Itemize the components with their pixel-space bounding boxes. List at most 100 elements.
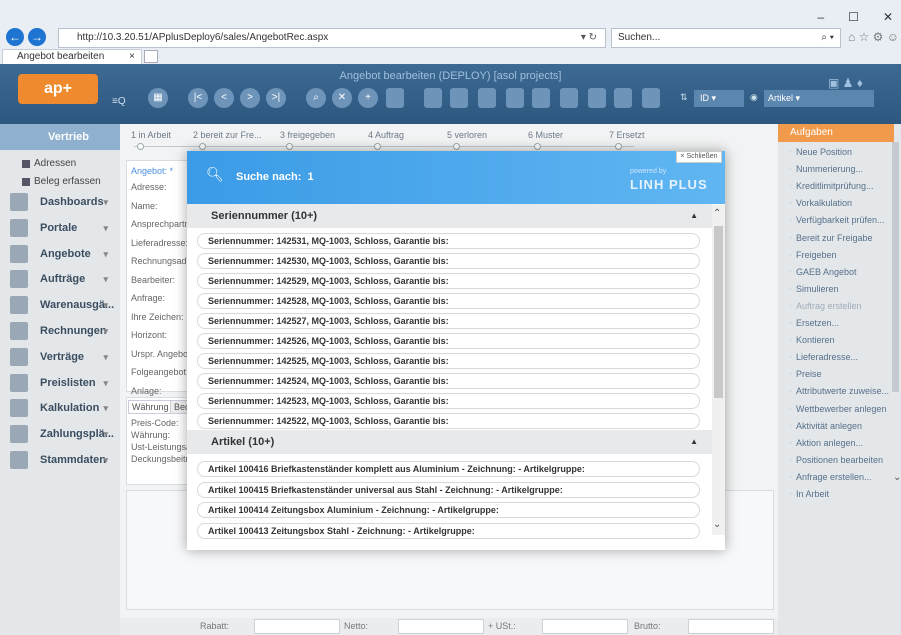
- chevron-up-icon[interactable]: ⌃: [713, 208, 721, 219]
- task-item[interactable]: GAEB Angebot: [790, 264, 890, 281]
- sidebar-sub-beleg[interactable]: Beleg erfassen: [20, 174, 120, 190]
- delete-icon[interactable]: ✕: [332, 88, 352, 108]
- result-row[interactable]: Seriennummer: 142528, MQ-1003, Schloss, …: [197, 293, 700, 309]
- status-step-label[interactable]: 2 bereit zur Fre...: [193, 130, 262, 140]
- task-item[interactable]: Nummerierung...: [790, 161, 890, 178]
- result-row[interactable]: Seriennummer: 142529, MQ-1003, Schloss, …: [197, 273, 700, 289]
- collapse-icon[interactable]: ▲: [690, 430, 698, 454]
- collapse-icon[interactable]: ▲: [690, 204, 698, 228]
- sidebar-item[interactable]: Zahlungsplä... ▾: [0, 421, 120, 447]
- link-icon[interactable]: [614, 88, 632, 108]
- task-item[interactable]: In Arbeit: [790, 486, 890, 503]
- task-item[interactable]: Positionen bearbeiten: [790, 452, 890, 469]
- sort-icon[interactable]: ⇅: [680, 92, 688, 103]
- reload-icon[interactable]: ▾ ↻: [581, 29, 597, 47]
- brutto-field[interactable]: [688, 619, 774, 634]
- sidebar-item[interactable]: Stammdaten ▾: [0, 447, 120, 473]
- status-step-label[interactable]: 1 in Arbeit: [131, 130, 171, 140]
- result-row[interactable]: Seriennummer: 142527, MQ-1003, Schloss, …: [197, 313, 700, 329]
- group-header-seriennummer[interactable]: Seriennummer (10+) ▲: [187, 204, 712, 228]
- search-icon[interactable]: ⌕ ▾: [821, 29, 834, 47]
- netto-field[interactable]: [398, 619, 484, 634]
- dialog-scroll-thumb[interactable]: [714, 226, 723, 398]
- task-item[interactable]: Aktion anlegen...: [790, 435, 890, 452]
- status-step-label[interactable]: 6 Muster: [528, 130, 563, 140]
- structure-icon[interactable]: [588, 88, 606, 108]
- sidebar-item[interactable]: Preislisten ▾: [0, 370, 120, 396]
- maximize-icon[interactable]: ☐: [848, 10, 859, 24]
- result-row[interactable]: Artikel 100414 Zeitungsbox Aluminium - Z…: [197, 502, 700, 518]
- grid-icon[interactable]: ▦: [148, 88, 168, 108]
- search-type-select[interactable]: Artikel ▾: [764, 90, 874, 107]
- sidebar-item-vertrieb[interactable]: Vertrieb: [0, 124, 120, 150]
- ust-field[interactable]: [542, 619, 628, 634]
- task-item[interactable]: Anfrage erstellen...: [790, 469, 890, 486]
- rabatt-field[interactable]: [254, 619, 340, 634]
- result-row[interactable]: Seriennummer: 142522, MQ-1003, Schloss, …: [197, 413, 700, 429]
- task-item[interactable]: Lieferadresse...: [790, 349, 890, 366]
- sidebar-item[interactable]: Portale ▾: [0, 215, 120, 241]
- sidebar-item[interactable]: Verträge ▾: [0, 344, 120, 370]
- save-icon[interactable]: [386, 88, 404, 108]
- sort-field-select[interactable]: ID ▾: [694, 90, 744, 107]
- task-item[interactable]: Kontieren: [790, 332, 890, 349]
- task-item[interactable]: Preise: [790, 366, 890, 383]
- close-window-icon[interactable]: ✕: [883, 10, 893, 24]
- tab-close-icon[interactable]: ×: [129, 50, 135, 64]
- sidebar-item[interactable]: Kalkulation ▾: [0, 395, 120, 421]
- task-item[interactable]: Aktivität anlegen: [790, 418, 890, 435]
- sidebar-item[interactable]: Aufträge ▾: [0, 266, 120, 292]
- address-bar[interactable]: http://10.3.20.51/APplusDeploy6/sales/An…: [58, 28, 606, 48]
- add-icon[interactable]: +: [358, 88, 378, 108]
- minimize-icon[interactable]: –: [817, 10, 824, 24]
- close-button[interactable]: × Schließen: [676, 151, 722, 163]
- prev-record-icon[interactable]: <: [214, 88, 234, 108]
- sidebar-item[interactable]: Rechnungen ▾: [0, 318, 120, 344]
- copy-icon[interactable]: [450, 88, 468, 108]
- new-tab-icon[interactable]: [144, 50, 158, 63]
- user-icon[interactable]: ▣ ♟ ♦: [828, 76, 863, 90]
- task-item[interactable]: Ersetzen...: [790, 315, 890, 332]
- task-scrollbar[interactable]: [892, 142, 899, 392]
- task-item[interactable]: Attributwerte zuweise...: [790, 383, 890, 400]
- sidebar-item[interactable]: Warenausgä... ▾: [0, 292, 120, 318]
- result-row[interactable]: Artikel 100415 Briefkastenständer univer…: [197, 481, 700, 498]
- status-step-label[interactable]: 3 freigegeben: [280, 130, 335, 140]
- forward-icon[interactable]: →: [28, 28, 46, 46]
- browser-tab[interactable]: Angebot bearbeiten ×: [2, 49, 142, 64]
- result-row[interactable]: Seriennummer: 142526, MQ-1003, Schloss, …: [197, 333, 700, 349]
- task-item[interactable]: Kreditlimitprüfung...: [790, 178, 890, 195]
- task-item[interactable]: Vorkalkulation: [790, 195, 890, 212]
- trash-icon[interactable]: [424, 88, 442, 108]
- attachment-icon[interactable]: [532, 88, 550, 108]
- task-item[interactable]: Neue Position: [790, 144, 890, 161]
- print-icon[interactable]: [478, 88, 496, 108]
- next-record-icon[interactable]: >: [240, 88, 260, 108]
- task-item[interactable]: Verfügbarkeit prüfen...: [790, 212, 890, 229]
- home-icon[interactable]: ⌂ ☆ ⚙ ☺: [848, 30, 899, 44]
- result-row[interactable]: Seriennummer: 142523, MQ-1003, Schloss, …: [197, 393, 700, 409]
- document-icon[interactable]: [506, 88, 524, 108]
- task-item[interactable]: Auftrag erstellen: [790, 298, 890, 315]
- chevron-down-icon[interactable]: ⌄: [893, 472, 901, 483]
- eye-icon[interactable]: ◉: [750, 92, 758, 103]
- task-item[interactable]: Bereit zur Freigabe: [790, 230, 890, 247]
- tab-waehrung[interactable]: Währung: [128, 400, 173, 414]
- task-item[interactable]: Freigeben: [790, 247, 890, 264]
- last-record-icon[interactable]: >|: [266, 88, 286, 108]
- group-header-artikel[interactable]: Artikel (10+) ▲: [187, 430, 712, 454]
- result-row[interactable]: Seriennummer: 142531, MQ-1003, Schloss, …: [197, 233, 700, 249]
- status-step-label[interactable]: 5 verloren: [447, 130, 487, 140]
- status-step-label[interactable]: 4 Auftrag: [368, 130, 404, 140]
- result-row[interactable]: Artikel 100416 Briefkastenständer komple…: [197, 461, 700, 477]
- first-record-icon[interactable]: |<: [188, 88, 208, 108]
- rss-icon[interactable]: [642, 88, 660, 108]
- sidebar-item[interactable]: Angebote ▾: [0, 241, 120, 267]
- chevron-down-icon[interactable]: ⌄: [713, 519, 721, 530]
- attachments-icon[interactable]: [560, 88, 578, 108]
- browser-search-input[interactable]: Suchen... ⌕ ▾: [611, 28, 841, 48]
- task-item[interactable]: Simulieren: [790, 281, 890, 298]
- task-item[interactable]: Wettbewerber anlegen: [790, 401, 890, 418]
- search-toggle-icon[interactable]: ≡Q: [112, 96, 126, 107]
- sidebar-item[interactable]: Dashboards ▾: [0, 189, 120, 215]
